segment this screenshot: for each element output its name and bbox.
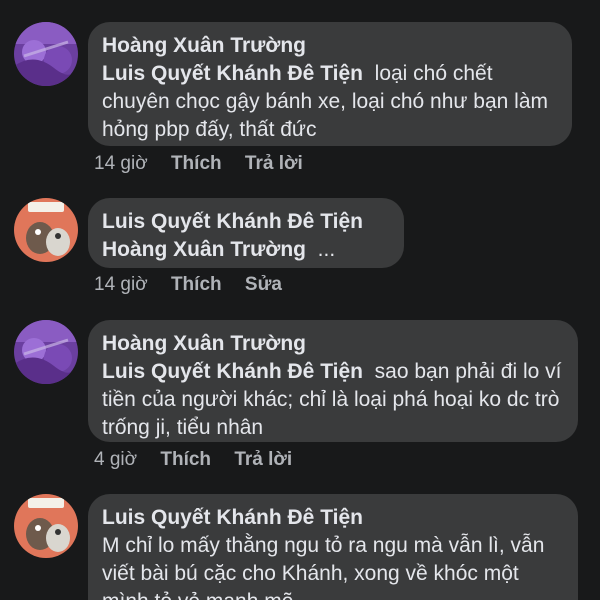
comment-body: ...: [317, 238, 336, 261]
comment-timestamp[interactable]: 14 giờ: [94, 152, 148, 176]
comment-text: Luis Quyết Khánh Đê Tiện loại chó chết c…: [102, 60, 556, 144]
comment-body: M chỉ lo mấy thằng ngu tỏ ra ngu mà vẫn …: [102, 534, 545, 600]
comment-timestamp[interactable]: 4 giờ: [94, 448, 137, 472]
mention-link[interactable]: Luis Quyết Khánh Đê Tiện: [102, 360, 363, 383]
like-button[interactable]: Thích: [160, 448, 211, 472]
comment-bubble: Luis Quyết Khánh Đê Tiện M chỉ lo mấy th…: [88, 494, 578, 600]
comment-text: Luis Quyết Khánh Đê Tiện sao bạn phải đi…: [102, 358, 562, 442]
comment-text: M chỉ lo mấy thằng ngu tỏ ra ngu mà vẫn …: [102, 532, 562, 600]
avatar[interactable]: [14, 198, 78, 262]
avatar-cartoon-character-image: [14, 198, 78, 262]
avatar-purple-flowers-image: [14, 22, 78, 86]
reply-button[interactable]: Trả lời: [234, 448, 292, 472]
reply-button[interactable]: Trả lời: [245, 152, 303, 176]
comment-bubble: Hoàng Xuân Trường Luis Quyết Khánh Đê Ti…: [88, 320, 578, 442]
avatar[interactable]: [14, 22, 78, 86]
comment-text: Hoàng Xuân Trường ...: [102, 236, 388, 264]
like-button[interactable]: Thích: [171, 273, 222, 297]
comment-timestamp[interactable]: 14 giờ: [94, 273, 148, 297]
comment-actions: 14 giờ Thích Trả lời: [94, 152, 303, 176]
comment-author[interactable]: Luis Quyết Khánh Đê Tiện: [102, 208, 388, 236]
like-button[interactable]: Thích: [171, 152, 222, 176]
avatar-purple-flowers-image: [14, 320, 78, 384]
mention-link[interactable]: Luis Quyết Khánh Đê Tiện: [102, 62, 363, 85]
avatar[interactable]: [14, 320, 78, 384]
comment-actions: 4 giờ Thích Trả lời: [94, 448, 292, 472]
comment-thread: Hoàng Xuân Trường Luis Quyết Khánh Đê Ti…: [0, 0, 600, 600]
edit-button[interactable]: Sửa: [245, 273, 282, 297]
comment-bubble: Luis Quyết Khánh Đê Tiện Hoàng Xuân Trườ…: [88, 198, 404, 268]
comment-actions: 14 giờ Thích Sửa: [94, 273, 282, 297]
comment-author[interactable]: Hoàng Xuân Trường: [102, 330, 562, 358]
mention-link[interactable]: Hoàng Xuân Trường: [102, 238, 306, 261]
avatar[interactable]: [14, 494, 78, 558]
comment-bubble: Hoàng Xuân Trường Luis Quyết Khánh Đê Ti…: [88, 22, 572, 146]
avatar-cartoon-character-image: [14, 494, 78, 558]
comment-author[interactable]: Luis Quyết Khánh Đê Tiện: [102, 504, 562, 532]
comment-author[interactable]: Hoàng Xuân Trường: [102, 32, 556, 60]
